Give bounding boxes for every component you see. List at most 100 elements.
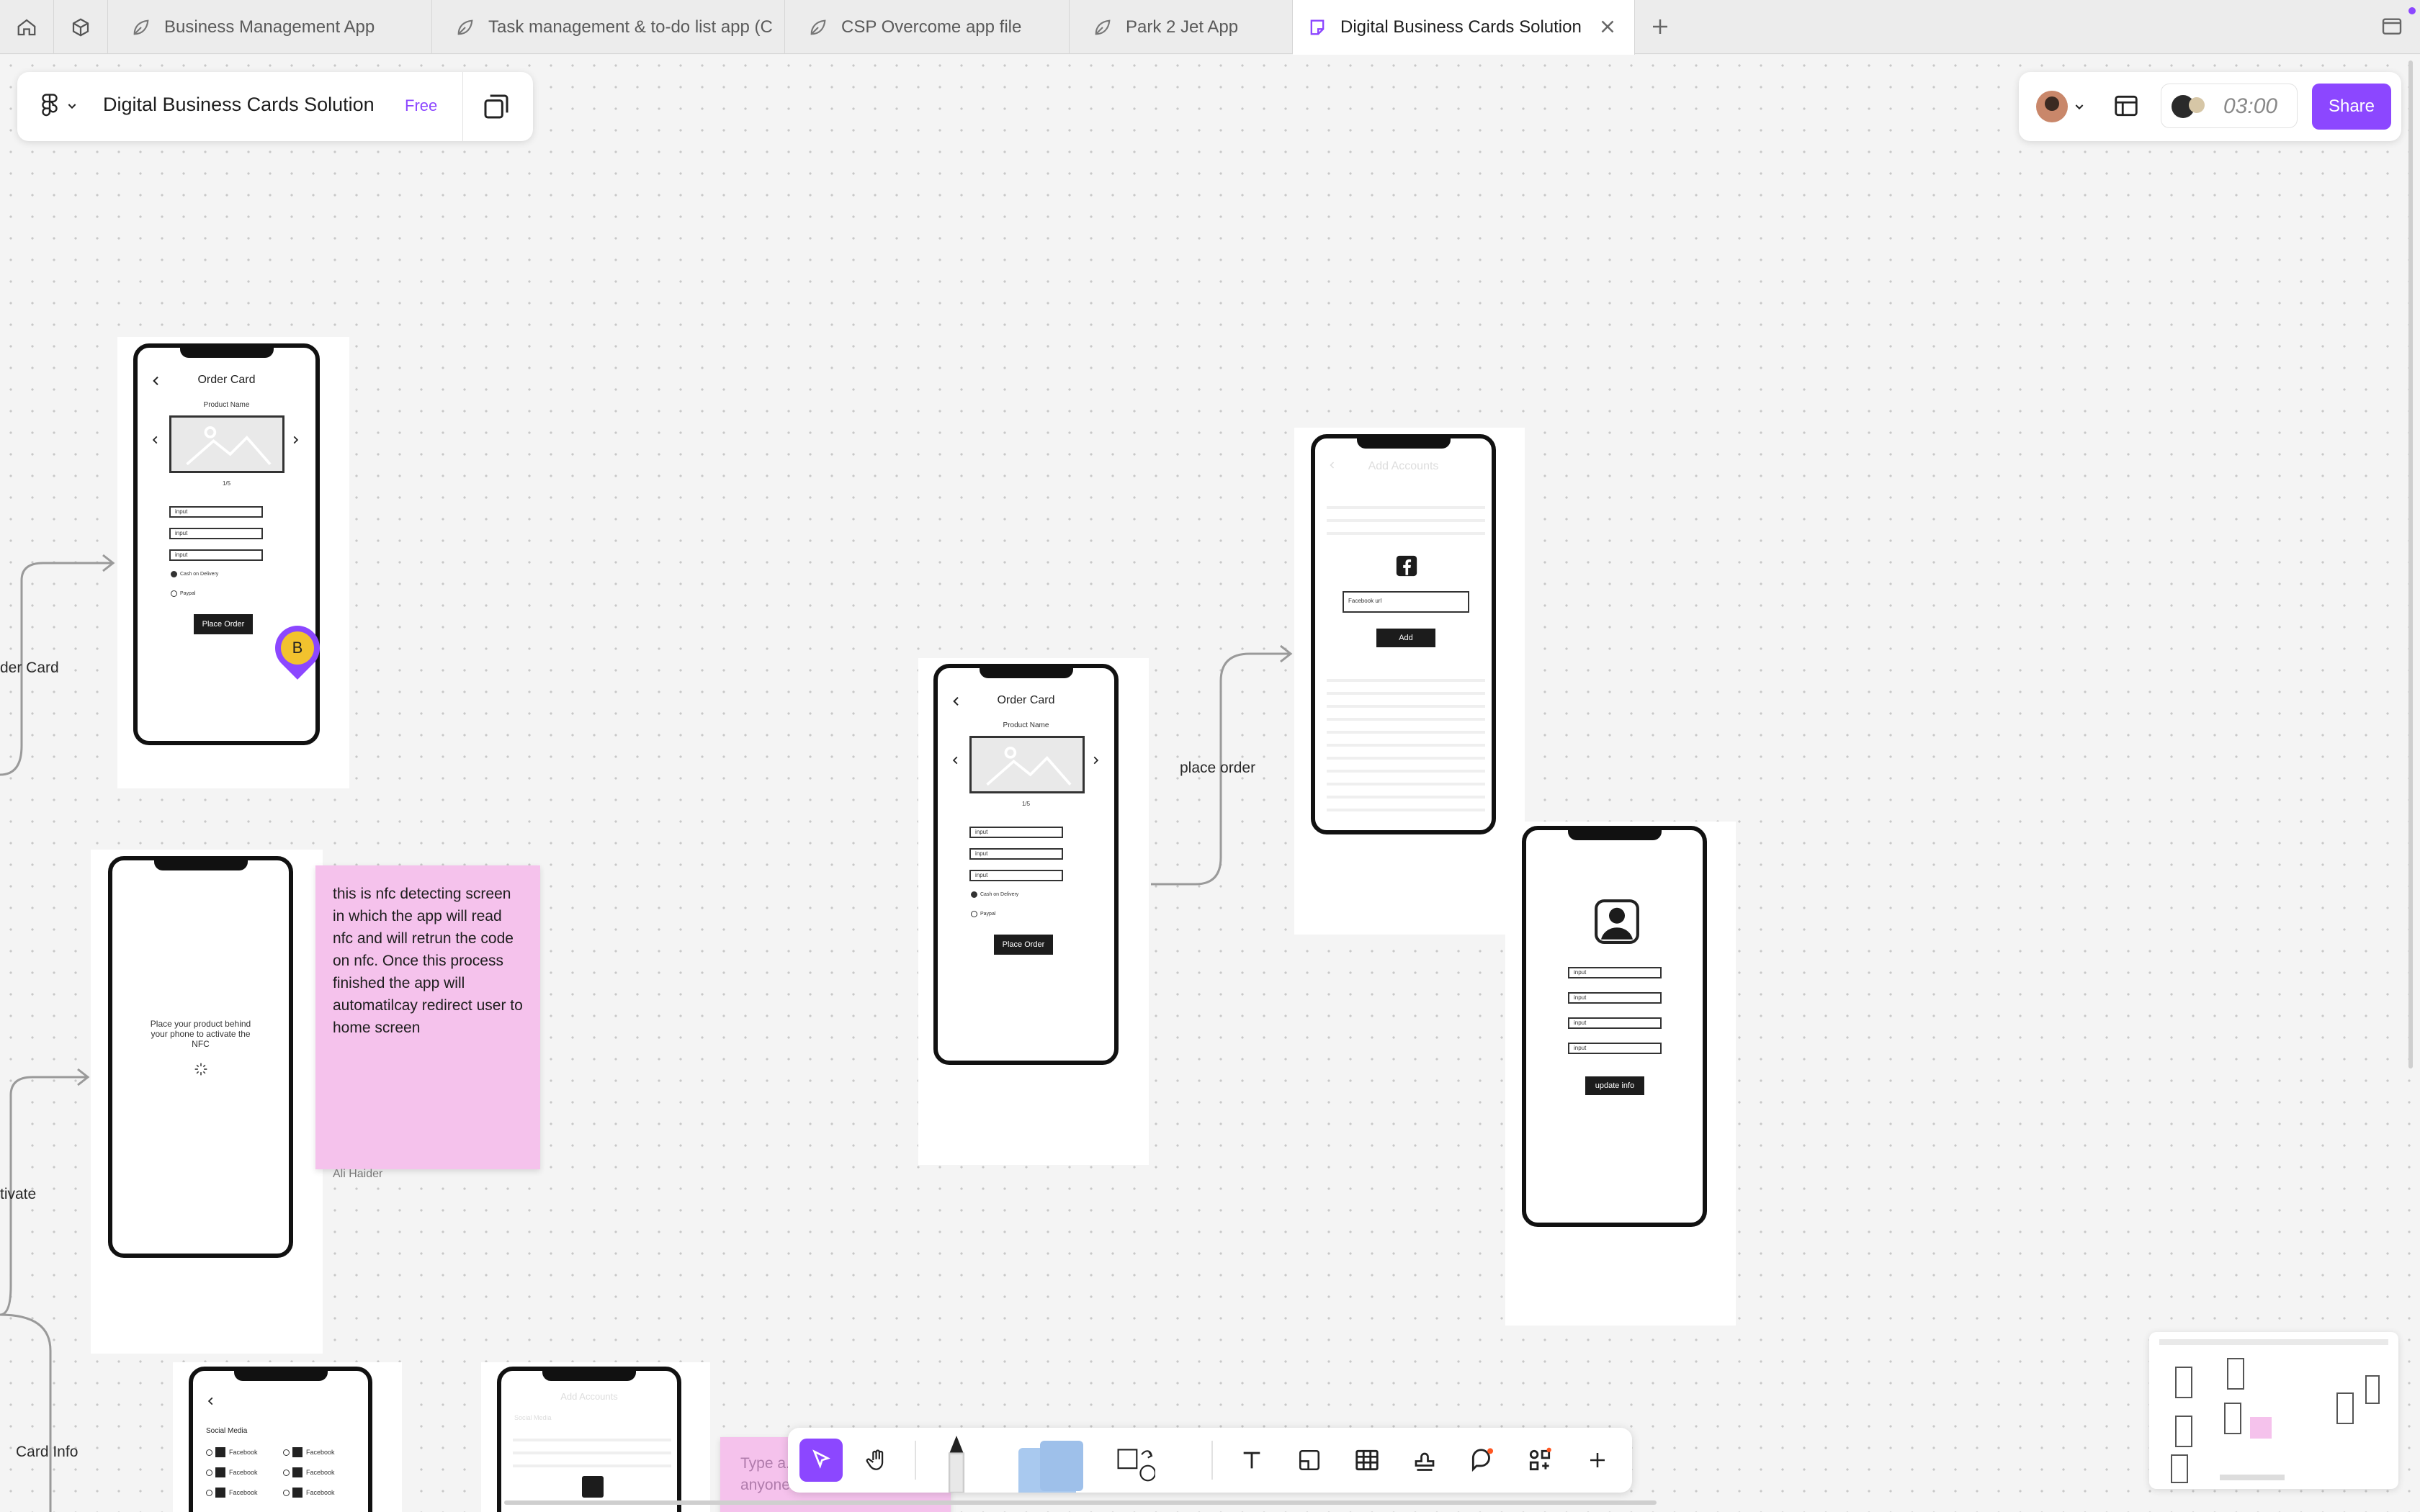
section-icon: [1299, 1449, 1320, 1471]
top-right-controls: 03:00 Share: [2019, 72, 2401, 141]
tab-task-management[interactable]: Task management & to-do list app (C: [432, 0, 785, 54]
tab-label: Task management & to-do list app (C: [488, 17, 773, 37]
radio-label: Cash on Delivery: [180, 572, 219, 577]
file-leaf-icon: [133, 19, 149, 35]
avatar-head: [2045, 96, 2059, 111]
facebook-icon: [215, 1467, 225, 1477]
social-label: Facebook: [229, 1489, 258, 1496]
notification-dot: [2408, 7, 2416, 14]
loading-spinner-icon: [194, 1063, 207, 1076]
tab-csp-overcome[interactable]: CSP Overcome app file: [785, 0, 1070, 54]
hand-icon: [866, 1449, 884, 1470]
vertical-scrollbar[interactable]: [2408, 60, 2413, 1068]
marker-icon: [948, 1435, 965, 1493]
add-button: Add: [1376, 629, 1435, 647]
tab-business-management[interactable]: Business Management App: [108, 0, 432, 54]
chevron-left-icon: [952, 756, 958, 765]
minimap-frame: [2171, 1454, 2188, 1483]
plan-badge[interactable]: Free: [405, 96, 437, 115]
section-heading: Social Media: [206, 1427, 248, 1435]
select-tool[interactable]: [799, 1439, 843, 1482]
product-image-placeholder: [169, 415, 284, 473]
radio-cod: Cash on Delivery: [971, 891, 1018, 898]
social-item: Facebook: [283, 1488, 335, 1498]
minimap-frame: [2175, 1367, 2192, 1398]
sticky-note-nfc[interactable]: this is nfc detecting screen in which th…: [315, 865, 540, 1180]
timer-widget[interactable]: 03:00: [2161, 84, 2298, 128]
tab-label: Business Management App: [164, 17, 375, 37]
phone-add-account[interactable]: Add Accounts Facebook url Add: [1311, 434, 1496, 834]
chevron-down-icon[interactable]: [2074, 101, 2085, 112]
facebook-icon: [582, 1476, 604, 1498]
input-field: input: [169, 549, 263, 561]
tab-park-2-jet[interactable]: Park 2 Jet App: [1070, 0, 1293, 54]
shapes-icon: [1117, 1449, 1155, 1482]
plus-icon[interactable]: [1649, 16, 1671, 37]
phone-add-accounts-2[interactable]: Add Accounts Social Media: [497, 1367, 681, 1512]
nfc-instruction: Place your product behind your phone to …: [150, 1019, 251, 1049]
phone-order-card-2[interactable]: Order Card Product Name 1/5 input input …: [933, 664, 1119, 1065]
phone-notch: [179, 348, 274, 358]
community-button[interactable]: [54, 0, 108, 54]
social-label: Facebook: [306, 1449, 335, 1456]
file-header: Digital Business Cards Solution Free: [17, 72, 533, 141]
minimap-toolbar: [2220, 1475, 2285, 1480]
connector-label-place-order: place order: [1180, 760, 1256, 776]
divider: [915, 1441, 916, 1480]
section-tool[interactable]: [1288, 1439, 1331, 1482]
phone-social-media[interactable]: Social Media Facebook Facebook Facebook …: [189, 1367, 372, 1512]
figjam-file-icon: [1310, 19, 1325, 35]
social-item: Facebook: [206, 1447, 258, 1457]
table-tool[interactable]: [1345, 1439, 1389, 1482]
sticky-note-tool[interactable]: [1011, 1432, 1090, 1493]
faded-list: [1327, 496, 1485, 539]
image-placeholder-icon: [186, 426, 272, 466]
stamp-tool[interactable]: [1403, 1439, 1446, 1482]
comment-tool[interactable]: [1461, 1439, 1504, 1482]
horizontal-scrollbar[interactable]: [504, 1500, 1657, 1505]
facebook-icon: [215, 1447, 225, 1457]
share-button[interactable]: Share: [2312, 84, 2391, 130]
pages-icon[interactable]: [482, 92, 511, 121]
minimap[interactable]: [2149, 1332, 2398, 1489]
user-avatar-icon: [1595, 899, 1639, 944]
phone-order-card-1[interactable]: Order Card Product Name 1/5 input input …: [133, 343, 320, 745]
place-order-button: Place Order: [194, 614, 253, 634]
phone-nfc[interactable]: Place your product behind your phone to …: [108, 856, 293, 1258]
tab-digital-business-cards[interactable]: Digital Business Cards Solution: [1293, 0, 1635, 55]
sticky-stack-icon: [1018, 1441, 1083, 1493]
hand-tool[interactable]: [856, 1439, 899, 1482]
phone-update-info[interactable]: input input input input update info: [1522, 826, 1707, 1227]
input-field: input: [969, 870, 1063, 881]
product-name: Product Name: [1003, 721, 1049, 729]
input-field: input: [169, 506, 263, 518]
minimap-frame: [2224, 1403, 2241, 1434]
close-icon[interactable]: [1597, 16, 1618, 37]
comment-icon: [1471, 1448, 1494, 1472]
sidebar-toggle-icon[interactable]: [2380, 14, 2403, 37]
facebook-icon: [292, 1488, 302, 1498]
cursor-arrow-icon: [812, 1449, 830, 1469]
radio-label: Paypal: [980, 912, 996, 917]
main-menu-button[interactable]: [39, 92, 78, 120]
file-title[interactable]: Digital Business Cards Solution: [103, 94, 375, 116]
screen-title: Add Accounts: [1368, 460, 1439, 472]
more-tools-button[interactable]: [1576, 1439, 1619, 1482]
shape-tool[interactable]: [1112, 1439, 1155, 1482]
connector-label-activate: tivate: [0, 1186, 37, 1202]
table-icon: [1355, 1449, 1379, 1471]
text-tool[interactable]: [1230, 1439, 1273, 1482]
connector-label-order-card: der Card: [0, 660, 59, 676]
social-item: Facebook: [283, 1467, 335, 1477]
whiteboard-canvas[interactable]: der Card tivate Card Info place order Or…: [0, 55, 2420, 1512]
input-field: input: [169, 528, 263, 539]
user-avatar[interactable]: [2036, 91, 2068, 122]
plus-icon: [1590, 1453, 1605, 1467]
layout-icon[interactable]: [2112, 92, 2140, 120]
radio-label: Cash on Delivery: [980, 892, 1019, 897]
cube-icon: [72, 17, 89, 37]
home-button[interactable]: [0, 0, 54, 54]
widgets-tool[interactable]: [1518, 1439, 1561, 1482]
faded-list: [513, 1428, 671, 1472]
marker-tool[interactable]: [935, 1432, 978, 1493]
